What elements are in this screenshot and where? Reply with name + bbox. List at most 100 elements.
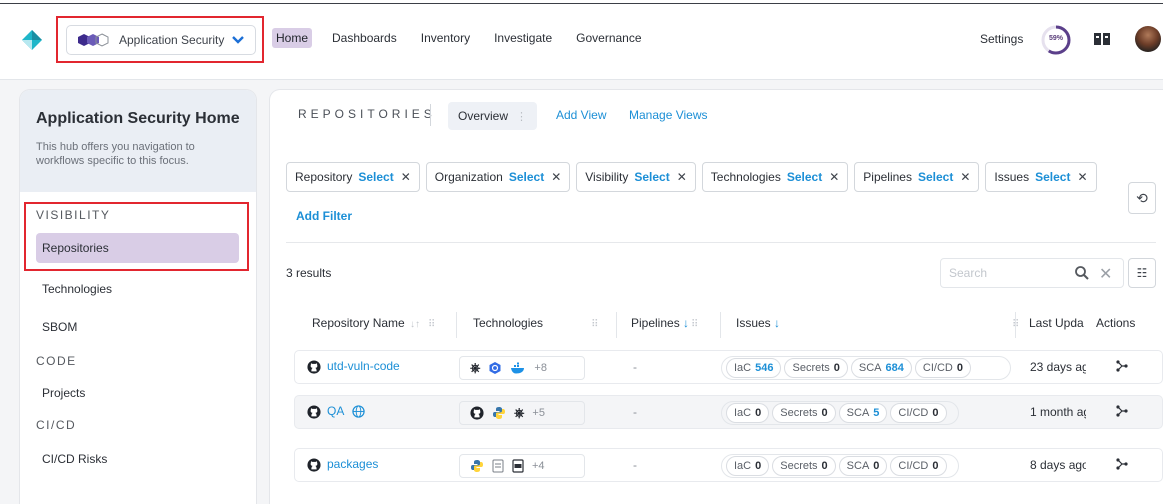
filter-repository[interactable]: Repository Select ✕ [286, 162, 420, 192]
drag-handle-icon[interactable]: ⠿ [691, 319, 698, 330]
helm-icon: ⎈ [470, 360, 481, 375]
sort-down-icon[interactable]: ↓ [683, 316, 689, 330]
issues-cell: IaC 546 Secrets 0 SCA 684 CI/CD 0 [721, 356, 1011, 380]
nav-dashboards[interactable]: Dashboards [328, 28, 401, 48]
column-label: Repository Name [312, 316, 405, 330]
sidebar-item-repositories[interactable]: Repositories [36, 233, 239, 263]
technologies-cell[interactable]: ⎈ +8 [459, 356, 585, 380]
close-icon[interactable]: ✕ [960, 170, 970, 184]
add-filter-link[interactable]: Add Filter [296, 209, 352, 223]
filter-value[interactable]: Select [358, 170, 393, 184]
nav-investigate[interactable]: Investigate [490, 28, 556, 48]
repo-link[interactable]: utd-vuln-code [327, 359, 400, 373]
sidebar-item-cicd-risks[interactable]: CI/CD Risks [36, 444, 239, 474]
issue-sca[interactable]: SCA 684 [850, 358, 912, 378]
columns-icon: ☷ [1136, 266, 1148, 280]
column-divider [616, 312, 617, 338]
graph-action-icon[interactable] [1115, 359, 1129, 373]
col-pipelines[interactable]: Pipelines ↓ ⠿ [631, 316, 698, 330]
sidebar-item-technologies[interactable]: Technologies [36, 274, 239, 304]
issue-sca[interactable]: SCA 0 [838, 456, 888, 476]
issue-iac[interactable]: IaC 546 [726, 358, 782, 378]
issue-cicd[interactable]: CI/CD 0 [890, 456, 947, 476]
settings-link[interactable]: Settings [980, 32, 1023, 46]
results-count: 3 results [286, 266, 332, 280]
tech-more[interactable]: +4 [532, 460, 545, 472]
app-switcher-dropdown[interactable]: Application Security [66, 25, 256, 55]
close-icon[interactable]: ✕ [677, 170, 687, 184]
table-row[interactable]: packages +4 - IaC 0 Secrets 0 SCA 0 CI/CD 0 … [294, 448, 1163, 482]
nav-inventory[interactable]: Inventory [417, 28, 474, 48]
column-label: Technologies [473, 316, 544, 330]
drag-handle-icon[interactable]: ⠿ [428, 319, 435, 330]
table-row[interactable]: QA ⎈ +5 - IaC 0 Secrets 0 SCA 5 CI/CD 0 1 mo… [294, 395, 1163, 429]
sort-down-icon[interactable]: ↓ [774, 316, 780, 330]
nav-home[interactable]: Home [272, 28, 313, 48]
search-icon[interactable] [1074, 265, 1090, 281]
drag-handle-icon[interactable]: ⋮ [516, 110, 527, 123]
app-logo-icon[interactable] [20, 28, 44, 52]
repo-link[interactable]: QA [327, 404, 344, 418]
last-updated: 1 month ago [1030, 405, 1086, 419]
col-issues[interactable]: Issues ↓⠿ [736, 316, 1019, 330]
undo-button[interactable]: ⟲ [1128, 182, 1156, 214]
filter-issues[interactable]: Issues Select ✕ [985, 162, 1097, 192]
issue-cicd[interactable]: CI/CD 0 [914, 358, 971, 378]
col-last-updated[interactable]: Last Upda [1029, 316, 1085, 330]
close-icon[interactable]: ✕ [1077, 170, 1087, 184]
filter-value[interactable]: Select [918, 170, 953, 184]
filter-value[interactable]: Select [1035, 170, 1070, 184]
pipelines-cell: - [633, 458, 637, 472]
close-icon[interactable]: ✕ [401, 170, 411, 184]
filter-organization[interactable]: Organization Select ✕ [425, 162, 571, 192]
issue-secrets[interactable]: Secrets 0 [772, 403, 836, 423]
close-icon[interactable]: ✕ [551, 170, 561, 184]
filter-value[interactable]: Select [787, 170, 822, 184]
filter-technologies[interactable]: Technologies Select ✕ [701, 162, 849, 192]
repo-link[interactable]: packages [327, 457, 378, 471]
issue-secrets[interactable]: Secrets 0 [772, 456, 836, 476]
issues-cell: IaC 0 Secrets 0 SCA 0 CI/CD 0 [721, 454, 959, 478]
sidebar-item-sbom[interactable]: SBOM [36, 312, 239, 342]
filter-visibility[interactable]: Visibility Select ✕ [576, 162, 696, 192]
issue-count: 0 [873, 460, 880, 472]
manage-views-link[interactable]: Manage Views [629, 108, 708, 122]
issue-iac[interactable]: IaC 0 [726, 456, 770, 476]
chevron-down-icon [232, 36, 244, 44]
graph-action-icon[interactable] [1115, 457, 1129, 471]
col-repository-name[interactable]: Repository Name ↓↑ ⠿ [312, 316, 435, 330]
issue-iac[interactable]: IaC 0 [726, 403, 770, 423]
book-icon[interactable] [1093, 31, 1111, 47]
sidebar-title: Application Security Home [36, 110, 240, 127]
github-icon [307, 405, 321, 419]
add-view-link[interactable]: Add View [556, 108, 606, 122]
sort-icon[interactable]: ↓↑ [410, 319, 420, 330]
col-technologies[interactable]: Technologies ⠿ [473, 316, 598, 330]
columns-button[interactable]: ☷ [1128, 258, 1156, 288]
table-row[interactable]: utd-vuln-code ⎈ +8 - IaC 546 Secrets 0 SCA… [294, 350, 1163, 384]
clear-icon[interactable]: ✕ [1099, 264, 1112, 284]
nav-governance[interactable]: Governance [572, 28, 645, 48]
technologies-cell[interactable]: ⎈ +5 [459, 401, 585, 425]
issue-label: CI/CD [922, 362, 953, 374]
filter-value[interactable]: Select [509, 170, 544, 184]
tech-more[interactable]: +5 [532, 407, 545, 419]
issue-cicd[interactable]: CI/CD 0 [890, 403, 947, 423]
sidebar-item-projects[interactable]: Projects [36, 378, 239, 408]
main-nav: Home Dashboards Inventory Investigate Go… [272, 28, 662, 48]
avatar[interactable] [1135, 26, 1161, 52]
issue-sca[interactable]: SCA 5 [838, 403, 888, 423]
technologies-cell[interactable]: +4 [459, 454, 585, 478]
graph-action-icon[interactable] [1115, 404, 1129, 418]
pipelines-cell: - [633, 405, 637, 419]
tab-overview[interactable]: Overview ⋮ [448, 102, 538, 130]
filter-pipelines[interactable]: Pipelines Select ✕ [854, 162, 980, 192]
search-input[interactable] [949, 266, 1059, 280]
filter-value[interactable]: Select [634, 170, 669, 184]
close-icon[interactable]: ✕ [829, 170, 839, 184]
progress-percent: 59% [1048, 35, 1063, 42]
progress-ring[interactable]: 59% [1040, 24, 1072, 56]
issue-secrets[interactable]: Secrets 0 [784, 358, 848, 378]
tech-more[interactable]: +8 [534, 362, 547, 374]
drag-handle-icon[interactable]: ⠿ [591, 319, 598, 330]
